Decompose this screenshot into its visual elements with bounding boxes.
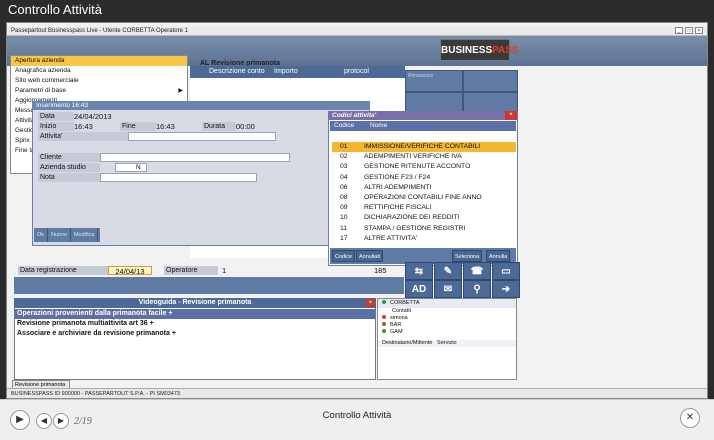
- nuovo-button[interactable]: Nuovo: [48, 228, 71, 242]
- menu-item-parametri-base[interactable]: Parametri di base ▶: [11, 86, 187, 96]
- record-count: 185: [374, 266, 387, 275]
- col-nome[interactable]: Nome: [370, 121, 387, 131]
- grid-header: Descrizione conto Importo protocol: [190, 66, 405, 78]
- contacts-user: CORBETTA: [390, 300, 420, 306]
- seleziona-button[interactable]: Seleziona: [452, 250, 483, 262]
- videoguida-title: Videoguida - Revisione primanota: [14, 298, 376, 308]
- status-dot: [382, 300, 386, 304]
- window-icon[interactable]: ▭: [492, 262, 520, 280]
- col-importo[interactable]: Importo: [270, 66, 302, 78]
- app-title: Passepartout Businesspass Live - Utente …: [11, 28, 188, 34]
- codice-row[interactable]: 04 GESTIONE F23 / F24: [332, 173, 516, 183]
- menu-item-anagrafica-azienda[interactable]: Anagrafica azienda: [11, 66, 187, 76]
- attivita-field[interactable]: [128, 132, 276, 141]
- codice-row[interactable]: 01 IMMISSIONE/VERIFICHE CONTABILI: [332, 142, 516, 153]
- codice-row[interactable]: 17 ALTRE ATTIVITA': [332, 234, 516, 244]
- data-registrazione-field[interactable]: 24/04/13: [108, 266, 152, 276]
- data-label: Data: [38, 112, 74, 121]
- inizio-value[interactable]: 16:43: [74, 122, 114, 131]
- codice-row[interactable]: 06 ALTRI ADEMPIMENTI: [332, 183, 516, 193]
- videoguida-item[interactable]: Associare e archiviare da revisione prim…: [15, 329, 375, 339]
- attivita-label: Attivita': [38, 132, 128, 141]
- codice-row[interactable]: 08 OPERAZIONI CONTABILI FINE ANNO: [332, 193, 516, 203]
- tool-icon[interactable]: ✎: [434, 262, 462, 280]
- viewer-title: Controllo Attività: [8, 2, 102, 17]
- fine-value[interactable]: 16:43: [156, 122, 196, 131]
- ok-button[interactable]: Ok: [34, 228, 49, 242]
- quick-icons: ⇆ ✎ ☎ ▭ AD ✉ ⚲ ➔: [405, 262, 520, 298]
- nota-label: Nota: [38, 173, 100, 182]
- annullati-button[interactable]: Annullati: [356, 250, 384, 262]
- status-dot: [382, 322, 386, 326]
- mail-icon[interactable]: ✉: [434, 280, 462, 298]
- videoguida-panel: Operazioni provenienti dalla primanota f…: [14, 298, 376, 380]
- azienda-label: Azienda studio: [38, 163, 100, 172]
- codici-header: Codice Nome: [330, 121, 516, 131]
- tile-2[interactable]: [463, 70, 518, 92]
- contacts-header: Contatti: [392, 308, 411, 314]
- codice-row[interactable]: 10 DICHIARAZIONE DEI REDDITI: [332, 213, 516, 223]
- data-value[interactable]: 24/04/2013: [74, 112, 134, 121]
- people-icon[interactable]: ⇆: [405, 262, 433, 280]
- status-dot: [382, 329, 386, 333]
- arrow-right-icon[interactable]: ➔: [492, 280, 520, 298]
- codici-list: 01 IMMISSIONE/VERIFICHE CONTABILI 02 ADEMP…: [332, 142, 516, 244]
- operatore-label: Operatore: [164, 266, 218, 275]
- app-titlebar: Passepartout Businesspass Live - Utente …: [7, 27, 707, 36]
- cliente-label: Cliente: [38, 153, 100, 162]
- menu-item-apertura-azienda[interactable]: Apertura azienda: [11, 56, 187, 66]
- minimize-icon[interactable]: _: [675, 27, 683, 34]
- codice-button[interactable]: Codice: [332, 250, 356, 262]
- modifica-button[interactable]: Modifica: [71, 228, 99, 242]
- contacts-panel: CORBETTA Contatti simona BAR GAM Destina…: [377, 298, 517, 380]
- codice-row[interactable]: 03 GESTIONE RITENUTE ACCONTO: [332, 162, 516, 172]
- player-title: Controllo Attività: [322, 410, 392, 421]
- contact-row[interactable]: BAR: [378, 322, 516, 329]
- contact-row[interactable]: GAM: [378, 329, 516, 336]
- videoguida-item[interactable]: Operazioni provenienti dalla primanota f…: [15, 309, 375, 319]
- contact-row[interactable]: simona: [378, 315, 516, 322]
- inizio-label: Inizio: [38, 122, 74, 131]
- videoguida-close-icon[interactable]: ×: [366, 299, 375, 307]
- phone-icon[interactable]: ☎: [463, 262, 491, 280]
- codici-titlebar[interactable]: Codici attivita': [328, 111, 518, 120]
- contacts-columns: Destinatario/Mittente Servizio: [378, 340, 516, 347]
- operatore-value[interactable]: 1: [222, 266, 242, 275]
- col-protocol[interactable]: protocol: [340, 66, 373, 78]
- maximize-icon[interactable]: □: [685, 27, 693, 34]
- cliente-field[interactable]: [100, 153, 290, 162]
- codice-row[interactable]: 11 STAMPA / GESTIONE REGISTRI: [332, 224, 516, 234]
- col-descrizione[interactable]: Descrizione conto: [205, 66, 269, 78]
- tile-rimanenze[interactable]: Rimanenze: [405, 70, 463, 92]
- nota-field[interactable]: [100, 173, 257, 182]
- data-registrazione-label: Data registrazione: [18, 266, 108, 275]
- col-codice[interactable]: Codice: [334, 121, 354, 131]
- player-bar: ▶ ◀ ▶ 2/19 Controllo Attività ✕: [0, 399, 714, 440]
- fine-label: Fine: [120, 122, 156, 131]
- annulla-button[interactable]: Annulla: [486, 250, 511, 262]
- contacts-user-row: CORBETTA: [378, 299, 516, 308]
- inserimento-button-bar: Ok Nuovo Modifica: [34, 228, 100, 242]
- search-icon[interactable]: ⚲: [463, 280, 491, 298]
- submenu-arrow-icon: ▶: [178, 88, 183, 94]
- businesspass-logo: BUSINESSPASS: [440, 39, 519, 61]
- codice-row[interactable]: 09 RETTIFICHE FISCALI: [332, 203, 516, 213]
- codici-close-icon[interactable]: ×: [505, 111, 517, 120]
- menu-item-sito-web[interactable]: Sito web commerciale: [11, 76, 187, 86]
- close-icon[interactable]: ✕: [680, 408, 700, 428]
- close-icon[interactable]: ×: [695, 27, 703, 34]
- azienda-field[interactable]: N: [115, 163, 147, 172]
- inserimento-titlebar[interactable]: Inserimento 16:43: [32, 101, 370, 110]
- registration-row: Data registrazione 24/04/13 Operatore 1 …: [14, 265, 394, 276]
- codice-row[interactable]: 02 ADEMPIMENTI VERIFICHE IVA: [332, 152, 516, 162]
- ad-button[interactable]: AD: [405, 280, 433, 298]
- status-dot: [382, 315, 386, 319]
- durata-label: Durata: [202, 122, 236, 131]
- durata-value[interactable]: 00:00: [236, 122, 276, 131]
- status-bar: BUSINESSPASS ID 900000 - PASSEPARTOUT S.…: [7, 388, 707, 398]
- videoguida-item[interactable]: Revisione primanota multiattivita art 36…: [15, 319, 375, 329]
- lower-toolbar: [14, 277, 404, 294]
